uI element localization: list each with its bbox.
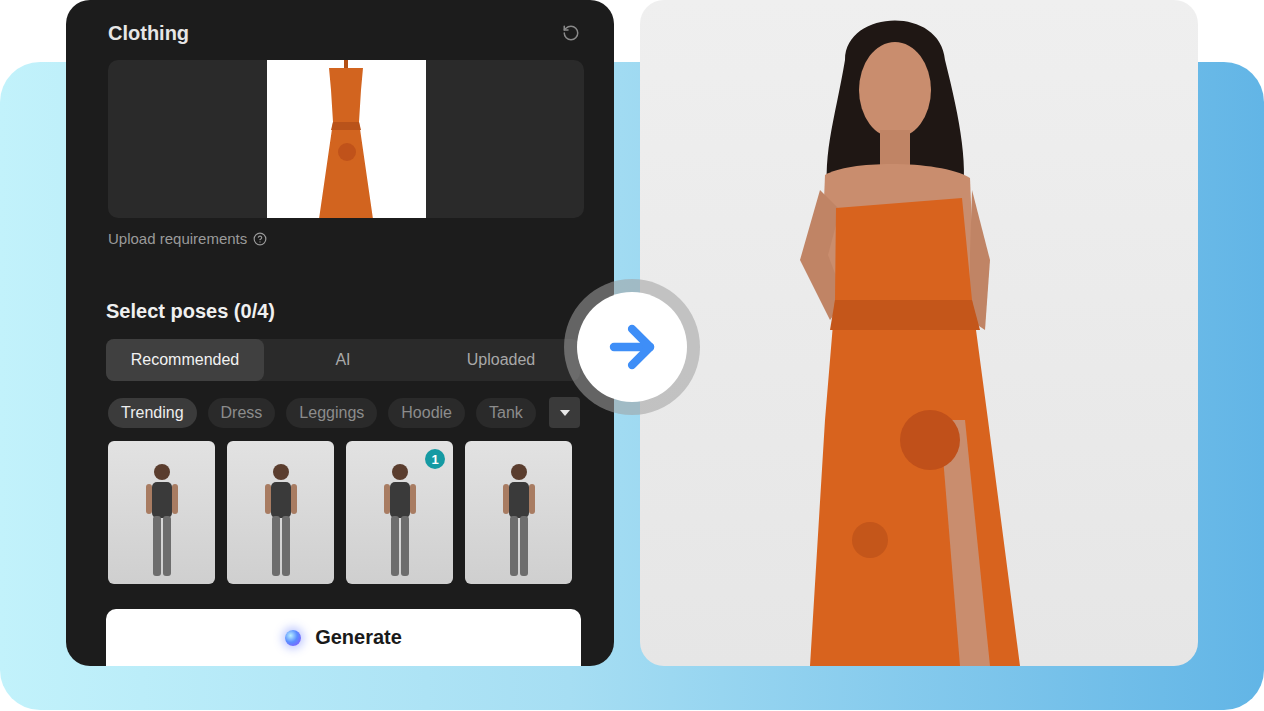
arrow-right-icon	[601, 316, 663, 378]
upload-hint[interactable]: Upload requirements	[108, 230, 580, 248]
pose-figure-icon	[489, 458, 549, 584]
poses-title: Select poses (0/4)	[106, 299, 580, 323]
pose-tab[interactable]: AI	[264, 339, 422, 381]
help-icon	[253, 232, 267, 246]
model-figure-icon	[640, 0, 1198, 666]
category-dropdown-button[interactable]	[549, 397, 580, 428]
sparkle-orb-icon	[285, 630, 301, 646]
arrow-badge	[564, 279, 700, 415]
category-bar: Trending Dress Leggings Hoodie Tank	[106, 397, 580, 428]
category-chip[interactable]: Leggings	[286, 398, 377, 428]
clothing-title: Clothing	[108, 20, 189, 46]
category-list: Trending Dress Leggings Hoodie Tank	[108, 398, 545, 428]
pose-thumbnail[interactable]: 1	[346, 441, 453, 584]
clothing-header: Clothing	[106, 20, 580, 46]
category-chip[interactable]: Trending	[108, 398, 197, 428]
category-chip[interactable]: Dress	[208, 398, 276, 428]
reset-icon	[562, 24, 580, 42]
pose-tabs: RecommendedAIUploaded	[106, 339, 580, 381]
reset-button[interactable]	[562, 24, 580, 42]
pose-tab[interactable]: Recommended	[106, 339, 264, 381]
pose-tab[interactable]: Uploaded	[422, 339, 580, 381]
caret-down-icon	[559, 409, 571, 417]
category-chip[interactable]: Hoodie	[388, 398, 465, 428]
pose-thumbnail[interactable]	[227, 441, 334, 584]
pose-figure-icon	[251, 458, 311, 584]
category-chip[interactable]: Tank	[476, 398, 536, 428]
dress-icon	[301, 60, 391, 218]
pose-grid: 1	[106, 441, 580, 584]
clothing-image	[267, 60, 426, 218]
clothing-preview[interactable]	[108, 60, 584, 218]
pose-thumbnail[interactable]	[465, 441, 572, 584]
pose-thumbnail[interactable]	[108, 441, 215, 584]
result-photo	[640, 0, 1198, 666]
selection-badge: 1	[425, 449, 445, 469]
page: Clothing Upload requirements Select poses …	[0, 0, 1264, 711]
settings-panel: Clothing Upload requirements Select poses …	[66, 0, 614, 666]
generate-button[interactable]: Generate	[106, 609, 581, 666]
next-button[interactable]	[577, 292, 687, 402]
pose-figure-icon	[132, 458, 192, 584]
pose-figure-icon	[370, 458, 430, 584]
